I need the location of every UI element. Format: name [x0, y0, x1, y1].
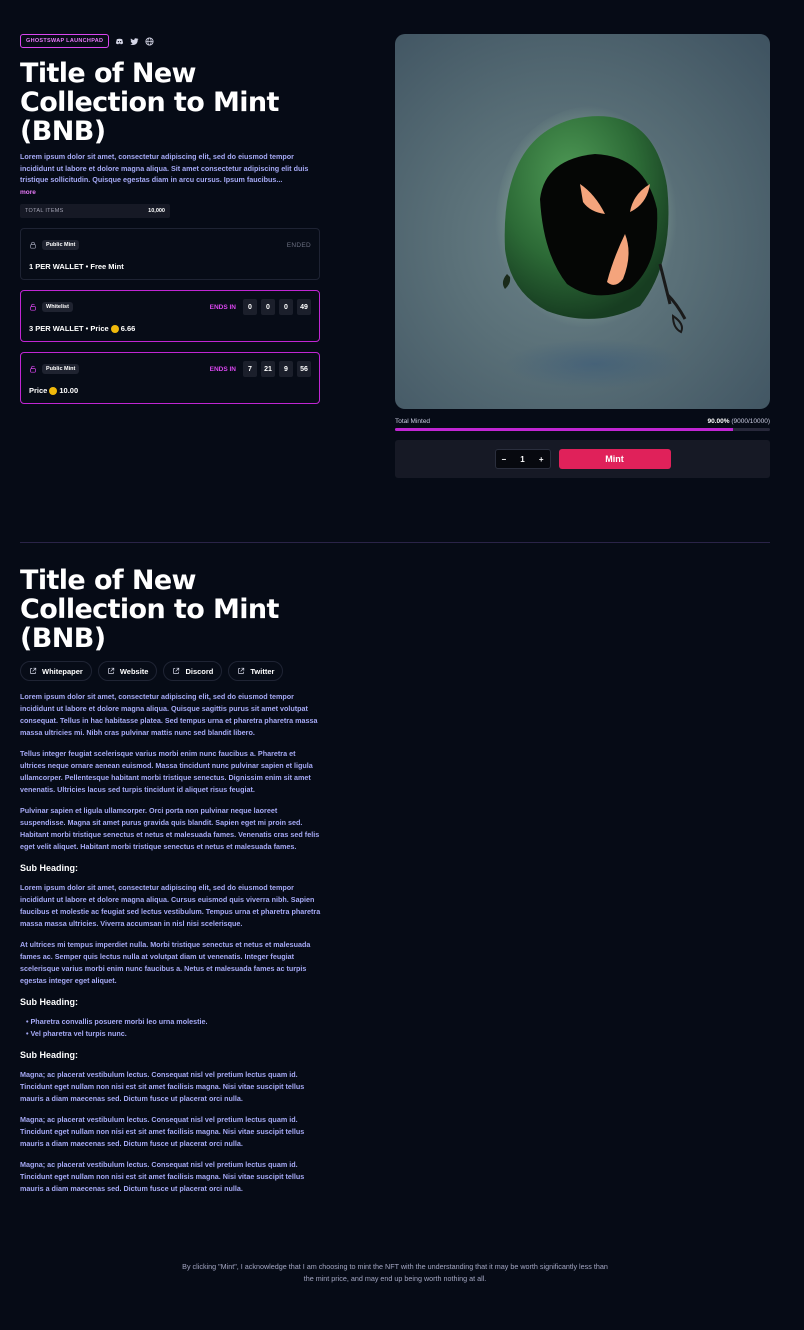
countdown: ENDS IN 7 21 9 56 [210, 361, 311, 377]
total-items-bar: TOTAL ITEMS 10,000 [20, 204, 170, 218]
link-label: Whitepaper [42, 666, 83, 676]
badge-row: GHOSTSWAP LAUNCHPAD [20, 34, 320, 48]
paragraph: At ultrices mi tempus imperdiet nulla. M… [20, 940, 311, 985]
phase-price: 6.66 [120, 324, 136, 333]
collection-header: GHOSTSWAP LAUNCHPAD Title of New Collect… [20, 34, 320, 404]
list-item: Vel pharetra vel turpis nunc. [26, 1028, 322, 1040]
unlock-icon [29, 303, 37, 311]
globe-icon[interactable] [145, 36, 154, 46]
whitepaper-link[interactable]: Whitepaper [20, 661, 92, 681]
description-text: Lorem ipsum dolor sit amet, consectetur … [20, 152, 309, 184]
ends-in-label: ENDS IN [209, 365, 236, 373]
quantity-stepper[interactable]: − 1 + [494, 449, 551, 469]
countdown-seconds: 56 [297, 361, 311, 377]
paragraph: Magna; ac placerat vestibulum lectus. Co… [20, 1160, 305, 1193]
quantity-value[interactable]: 1 [520, 455, 524, 464]
mint-phase-public-ended[interactable]: Public Mint ENDED 1 PER WALLET • Free Mi… [20, 228, 320, 280]
phase-info-text: 3 PER WALLET • Price [29, 324, 109, 333]
paragraph: Magna; ac placerat vestibulum lectus. Co… [20, 1115, 305, 1148]
external-link-icon [108, 667, 115, 674]
mint-phase-public[interactable]: Public Mint ENDS IN 7 21 9 56 Price 10.0… [20, 352, 320, 404]
total-minted-label: Total Minted [395, 418, 431, 425]
paragraph: Lorem ipsum dolor sit amet, consectetur … [20, 692, 318, 737]
phase-info: 1 PER WALLET • Free Mint [29, 262, 311, 271]
bnb-coin-icon [49, 386, 58, 395]
discord-icon[interactable] [115, 37, 124, 46]
link-label: Website [119, 666, 149, 676]
more-link[interactable]: more [20, 189, 36, 196]
countdown-seconds: 49 [297, 299, 311, 315]
phase-tag: Whitelist [42, 302, 73, 312]
total-items-value: 10,000 [148, 208, 165, 214]
paragraph: Pulvinar sapien et ligula ullamcorper. O… [20, 806, 320, 851]
total-minted-stats: 90.00% (9000/10000) [707, 418, 770, 425]
countdown-days: 7 [243, 361, 257, 377]
external-link-icon [173, 667, 180, 674]
bullet-list: Pharetra convallis posuere morbi leo urn… [20, 1016, 322, 1040]
nft-artwork [395, 34, 770, 409]
details-title: Title of New Collection to Mint (BNB) [20, 565, 279, 654]
sub-heading: Sub Heading: [20, 997, 78, 1007]
minted-count: (9000/10000) [731, 418, 770, 425]
collection-details: Title of New Collection to Mint (BNB) Wh… [20, 566, 322, 1195]
total-items-label: TOTAL ITEMS [25, 208, 64, 214]
mint-button[interactable]: Mint [558, 449, 671, 469]
discord-link[interactable]: Discord [163, 661, 223, 681]
twitter-icon[interactable] [130, 37, 139, 46]
unlock-icon [29, 365, 37, 373]
collection-description: Lorem ipsum dolor sit amet, consectetur … [20, 151, 320, 198]
progress-bar-fill [395, 428, 733, 431]
phase-tag: Public Mint [42, 364, 80, 374]
countdown-days: 0 [243, 299, 257, 315]
paragraph: Magna; ac placerat vestibulum lectus. Co… [20, 1070, 305, 1103]
ghost-mask-illustration [494, 105, 687, 389]
link-label: Twitter [250, 666, 275, 676]
lock-icon [29, 241, 37, 249]
paragraph: Tellus integer feugiat scelerisque variu… [20, 749, 313, 794]
launchpad-badge: GHOSTSWAP LAUNCHPAD [20, 34, 110, 48]
link-label: Discord [185, 666, 214, 676]
phase-price: 10.00 [59, 386, 79, 395]
countdown-hours: 21 [261, 361, 275, 377]
external-link-icon [30, 667, 37, 674]
phase-info: Price 10.00 [29, 386, 311, 395]
decrement-button[interactable]: − [502, 455, 507, 464]
collection-title: Title of New Collection to Mint (BNB) [20, 58, 279, 147]
mint-disclaimer: By clicking "Mint", I acknowledge that I… [182, 1262, 608, 1283]
countdown: ENDS IN 0 0 0 49 [210, 299, 311, 315]
ends-in-label: ENDS IN [209, 303, 236, 311]
mint-phase-whitelist[interactable]: Whitelist ENDS IN 0 0 0 49 3 PER WALLET … [20, 290, 320, 342]
phase-status: ENDED [286, 241, 311, 249]
sub-heading: Sub Heading: [20, 863, 78, 873]
paragraph: Lorem ipsum dolor sit amet, consectetur … [20, 883, 321, 928]
twitter-link[interactable]: Twitter [228, 661, 284, 681]
bnb-coin-icon [110, 324, 119, 333]
countdown-minutes: 0 [279, 299, 293, 315]
countdown-hours: 0 [261, 299, 275, 315]
sub-heading: Sub Heading: [20, 1050, 78, 1060]
phase-info-text: 1 PER WALLET • Free Mint [29, 262, 124, 271]
total-minted-progress: Total Minted 90.00% (9000/10000) [395, 418, 770, 431]
list-item: Pharetra convallis posuere morbi leo urn… [26, 1016, 322, 1028]
progress-bar [395, 428, 770, 431]
section-divider [20, 542, 770, 543]
phase-info: 3 PER WALLET • Price 6.66 [29, 324, 311, 333]
external-links: Whitepaper Website Discord Twitter [20, 661, 322, 681]
external-link-icon [238, 667, 245, 674]
phase-tag: Public Mint [42, 240, 80, 250]
increment-button[interactable]: + [539, 455, 544, 464]
website-link[interactable]: Website [97, 661, 158, 681]
phase-info-text: Price [29, 386, 48, 395]
countdown-minutes: 9 [279, 361, 293, 377]
minted-percent: 90.00% [707, 418, 730, 425]
mint-panel: − 1 + Mint [395, 440, 770, 478]
